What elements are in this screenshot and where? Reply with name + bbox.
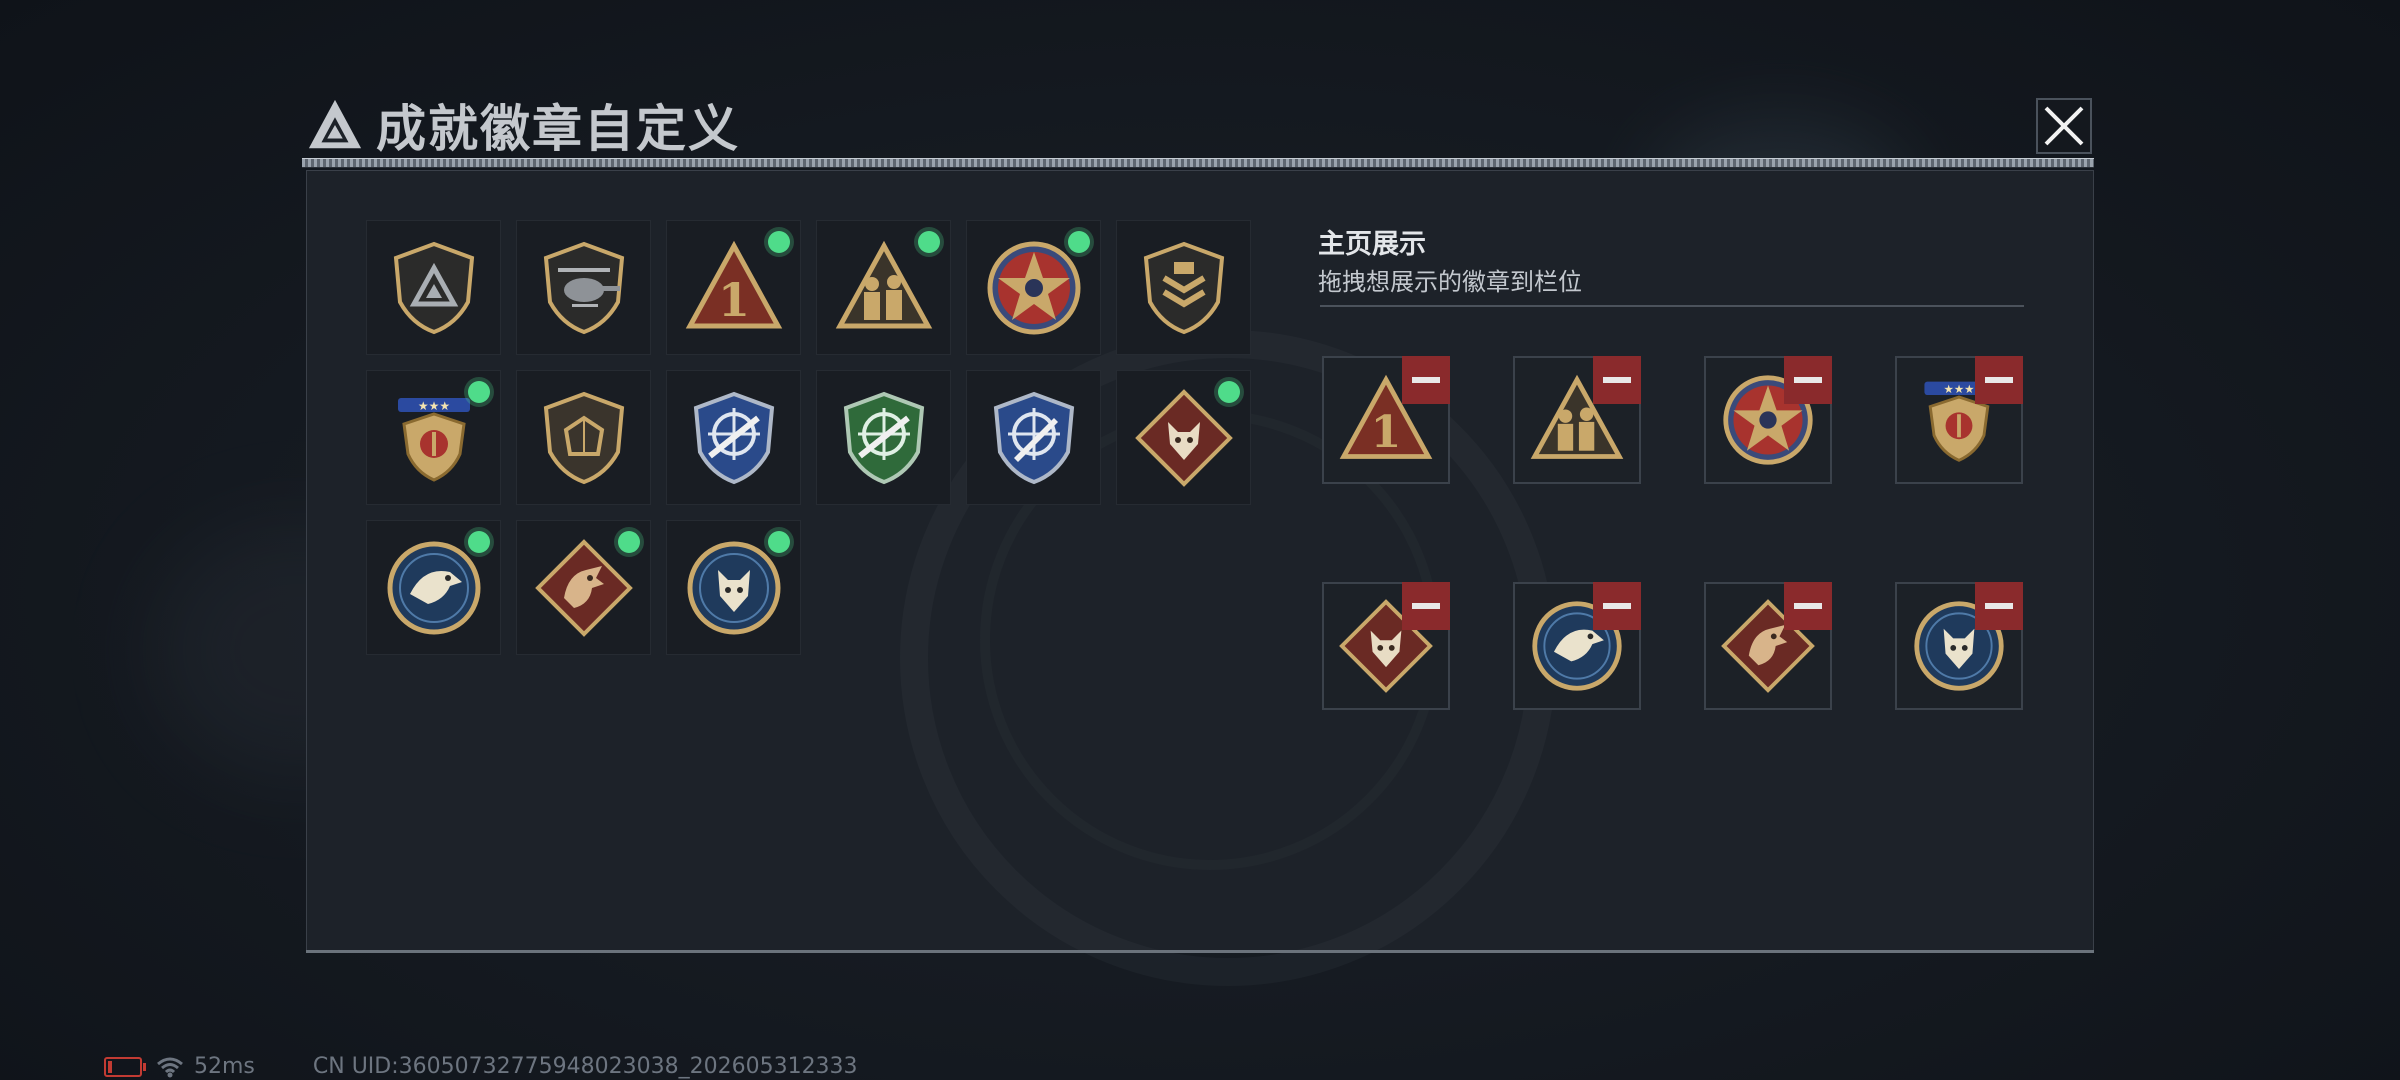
minus-icon bbox=[1603, 377, 1631, 383]
close-button[interactable] bbox=[2036, 98, 2092, 154]
new-indicator-dot bbox=[468, 531, 490, 553]
showcase-divider bbox=[1320, 305, 2024, 307]
star-emblem-badge bbox=[987, 241, 1080, 334]
badge-inventory-item[interactable] bbox=[816, 220, 951, 355]
status-bar: 52ms CN UID:36050732775948023038_2026053… bbox=[104, 1054, 858, 1079]
badge-inventory-item[interactable] bbox=[666, 370, 801, 505]
ping-value: 52ms bbox=[194, 1054, 255, 1079]
blue-crosshair-knife-badge bbox=[993, 391, 1074, 484]
green-crosshair-rifle-badge bbox=[843, 391, 924, 484]
showcase-slot[interactable]: ★★★ bbox=[1895, 356, 2023, 484]
remove-badge-button[interactable] bbox=[1593, 582, 1641, 630]
dialog-header: 成就徽章自定义 bbox=[306, 92, 740, 158]
svg-text:★★★: ★★★ bbox=[417, 399, 449, 413]
svg-text:1: 1 bbox=[717, 273, 749, 327]
remove-badge-button[interactable] bbox=[1402, 356, 1450, 404]
helicopter-shield-badge bbox=[543, 241, 624, 334]
new-indicator-dot bbox=[1218, 381, 1240, 403]
minus-icon bbox=[1985, 377, 2013, 383]
badge-inventory-item[interactable] bbox=[366, 520, 501, 655]
showcase-slot[interactable] bbox=[1513, 356, 1641, 484]
remove-badge-button[interactable] bbox=[1784, 582, 1832, 630]
uid-text: CN UID:36050732775948023038_202605312333 bbox=[312, 1054, 858, 1079]
new-indicator-dot bbox=[468, 381, 490, 403]
new-indicator-dot bbox=[1068, 231, 1090, 253]
new-indicator-dot bbox=[918, 231, 940, 253]
new-indicator-dot bbox=[618, 531, 640, 553]
minus-icon bbox=[1412, 603, 1440, 609]
triangle-shield-badge bbox=[393, 241, 474, 334]
badge-inventory-item[interactable] bbox=[516, 520, 651, 655]
dice-shield-badge bbox=[543, 391, 624, 484]
eagle-round-badge bbox=[387, 541, 480, 634]
game-logo-icon bbox=[308, 99, 362, 149]
badge-inventory-item[interactable] bbox=[666, 520, 801, 655]
badge-inventory-item[interactable] bbox=[816, 370, 951, 505]
minus-icon bbox=[1603, 603, 1631, 609]
showcase-slot[interactable] bbox=[1704, 582, 1832, 710]
showcase-slots: 1 ★★★ bbox=[1322, 356, 2023, 710]
badge-inventory-grid: 1 ★★★ bbox=[366, 220, 1251, 655]
new-indicator-dot bbox=[768, 531, 790, 553]
number-one-triangle-badge: 1 bbox=[685, 240, 782, 328]
close-icon bbox=[2044, 106, 2084, 146]
minus-icon bbox=[1794, 377, 1822, 383]
wolf-round-badge bbox=[687, 541, 780, 634]
badge-inventory-item[interactable] bbox=[966, 370, 1101, 505]
svg-text:★★★: ★★★ bbox=[1944, 382, 1975, 396]
svg-text:1: 1 bbox=[1371, 407, 1402, 458]
badge-inventory-item[interactable] bbox=[516, 370, 651, 505]
soldiers-triangle-badge bbox=[835, 240, 932, 328]
wifi-icon bbox=[157, 1057, 183, 1077]
wolf-diamond-badge bbox=[1134, 388, 1233, 487]
minus-icon bbox=[1412, 377, 1440, 383]
remove-badge-button[interactable] bbox=[1784, 356, 1832, 404]
badge-inventory-item[interactable]: 1 bbox=[666, 220, 801, 355]
badge-inventory-item[interactable] bbox=[1116, 220, 1251, 355]
showcase-subtitle: 拖拽想展示的徽章到栏位 bbox=[1318, 268, 1582, 296]
badge-inventory-item[interactable] bbox=[366, 220, 501, 355]
badge-inventory-item[interactable] bbox=[516, 220, 651, 355]
showcase-slot[interactable] bbox=[1322, 582, 1450, 710]
remove-badge-button[interactable] bbox=[1975, 356, 2023, 404]
remove-badge-button[interactable] bbox=[1402, 582, 1450, 630]
chevron-shield-badge bbox=[1143, 241, 1224, 334]
showcase-slot[interactable]: 1 bbox=[1322, 356, 1450, 484]
badge-inventory-item[interactable]: ★★★ bbox=[366, 370, 501, 505]
minus-icon bbox=[1794, 603, 1822, 609]
dialog-title: 成就徽章自定义 bbox=[376, 100, 740, 158]
minus-icon bbox=[1985, 603, 2013, 609]
badge-inventory-item[interactable] bbox=[966, 220, 1101, 355]
showcase-slot[interactable] bbox=[1895, 582, 2023, 710]
showcase-slot[interactable] bbox=[1704, 356, 1832, 484]
showcase-title: 主页展示 bbox=[1318, 229, 1426, 260]
blue-crosshair-rifle-badge bbox=[693, 391, 774, 484]
remove-badge-button[interactable] bbox=[1593, 356, 1641, 404]
new-indicator-dot bbox=[768, 231, 790, 253]
showcase-slot[interactable] bbox=[1513, 582, 1641, 710]
remove-badge-button[interactable] bbox=[1975, 582, 2023, 630]
battery-low-icon bbox=[104, 1056, 146, 1077]
dragon-diamond-badge bbox=[534, 538, 633, 637]
dialog-bottom-border bbox=[306, 950, 2094, 953]
badge-inventory-item[interactable] bbox=[1116, 370, 1251, 505]
gold-winged-shield-badge: ★★★ bbox=[397, 397, 470, 482]
